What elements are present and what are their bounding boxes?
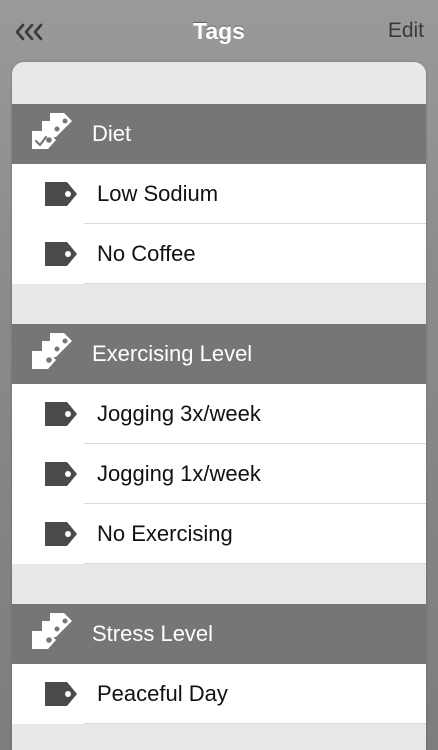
navigation-bar: Tags Edit xyxy=(0,0,438,64)
tag-icon xyxy=(45,402,77,426)
list-item-label: Peaceful Day xyxy=(97,681,228,706)
page-title: Tags xyxy=(193,18,245,44)
list-item[interactable]: Jogging 3x/week xyxy=(12,384,426,444)
tag-icon xyxy=(45,462,77,486)
section-title: Stress Level xyxy=(92,621,214,646)
list-item[interactable]: No Exercising xyxy=(12,504,426,564)
list-item[interactable]: Peaceful Day xyxy=(12,664,426,724)
tags-stack-icon xyxy=(32,333,72,369)
tag-icon xyxy=(45,682,77,706)
row-divider xyxy=(84,563,426,564)
tag-icon xyxy=(45,242,77,266)
edit-button[interactable]: Edit xyxy=(388,19,424,43)
list-item[interactable]: No Coffee xyxy=(12,224,426,284)
list-item[interactable]: Jogging 1x/week xyxy=(12,444,426,504)
tag-icon xyxy=(45,182,77,206)
tag-icon xyxy=(45,522,77,546)
tags-stack-icon xyxy=(32,113,72,149)
list-item-label: Low Sodium xyxy=(97,181,219,206)
row-divider xyxy=(84,283,426,284)
section-title: Diet xyxy=(92,121,132,146)
list-item-label: Jogging 1x/week xyxy=(97,461,261,486)
tags-list-panel: Diet Low Sodium No Coffee Exercising Lev… xyxy=(12,62,426,750)
section-header-exercising-level: Exercising Level xyxy=(12,324,426,384)
section-title: Exercising Level xyxy=(92,341,253,366)
list-item-label: Jogging 3x/week xyxy=(97,401,261,426)
list-top-spacer xyxy=(12,62,426,104)
section-header-stress-level: Stress Level xyxy=(12,604,426,664)
list-item-label: No Exercising xyxy=(97,521,233,546)
section-header-diet: Diet xyxy=(12,104,426,164)
row-divider xyxy=(84,723,426,724)
list-item[interactable]: Low Sodium xyxy=(12,164,426,224)
tags-stack-icon xyxy=(32,613,72,649)
list-item-label: No Coffee xyxy=(97,241,196,266)
